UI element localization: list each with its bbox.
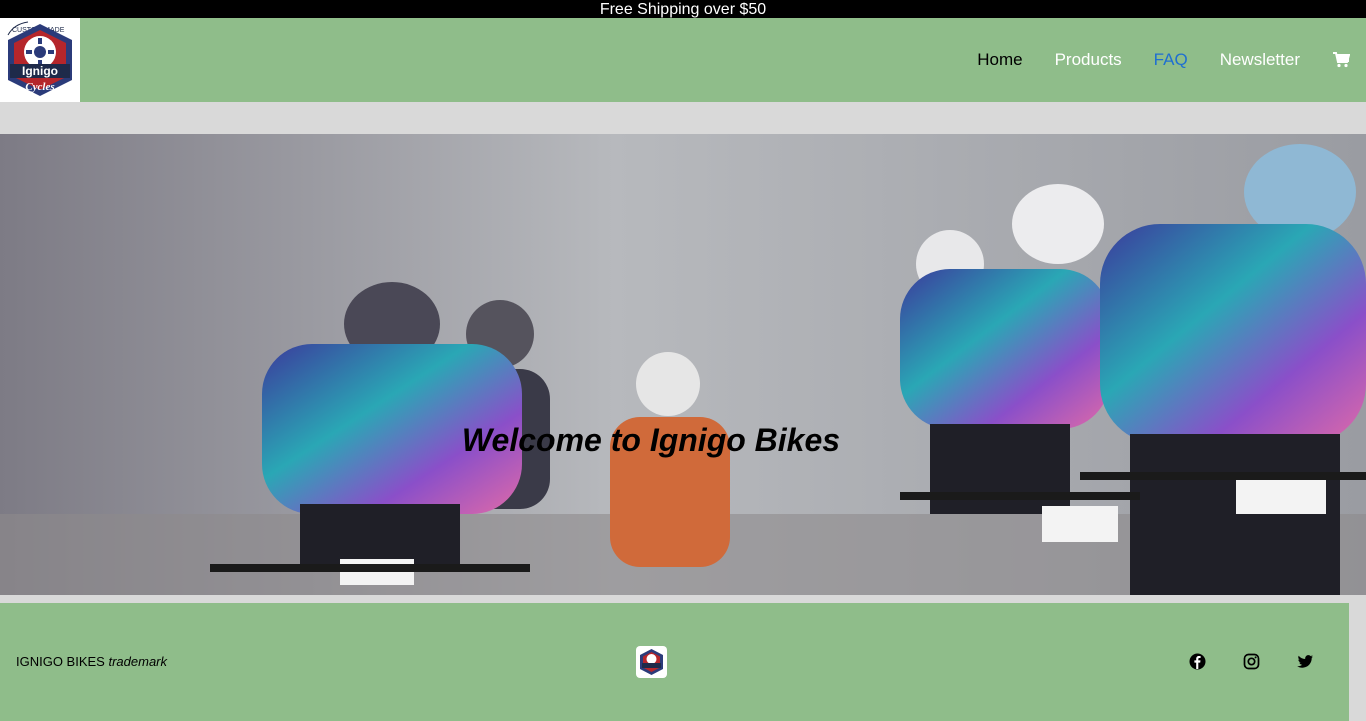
hero-image	[0, 134, 1366, 595]
nav-newsletter-link[interactable]: Newsletter	[1220, 50, 1300, 70]
instagram-icon[interactable]	[1243, 653, 1260, 670]
hero-banner: Welcome to Ignigo Bikes	[0, 134, 1366, 595]
nav-products-link[interactable]: Products	[1055, 50, 1122, 70]
logo-name-text: Ignigo	[22, 64, 58, 78]
page-edge	[1349, 603, 1366, 721]
hero-title: Welcome to Ignigo Bikes	[461, 422, 841, 458]
nav-home-link[interactable]: Home	[977, 50, 1022, 70]
site-header: CUSTOM MADE Ignigo Cycles Home Products …	[0, 18, 1366, 102]
footer-logo[interactable]	[636, 646, 667, 678]
footer-brand: IGNIGO BIKES trademark	[16, 654, 167, 669]
logo-script-text: Cycles	[25, 81, 54, 93]
site-logo[interactable]: CUSTOM MADE Ignigo Cycles	[0, 18, 80, 102]
nav-faq-link[interactable]: FAQ	[1154, 50, 1188, 70]
shopping-cart-icon[interactable]	[1332, 51, 1350, 69]
facebook-icon[interactable]	[1189, 653, 1206, 670]
main-nav: Home Products FAQ Newsletter	[977, 18, 1366, 102]
footer-brand-tag: trademark	[108, 654, 168, 669]
twitter-icon[interactable]	[1297, 653, 1314, 670]
announcement-text: Free Shipping over $50	[599, 1, 767, 18]
footer-brand-name: IGNIGO BIKES	[16, 654, 105, 669]
announcement-bar: Free Shipping over $50	[0, 0, 1366, 18]
site-footer: IGNIGO BIKES trademark	[0, 603, 1349, 721]
